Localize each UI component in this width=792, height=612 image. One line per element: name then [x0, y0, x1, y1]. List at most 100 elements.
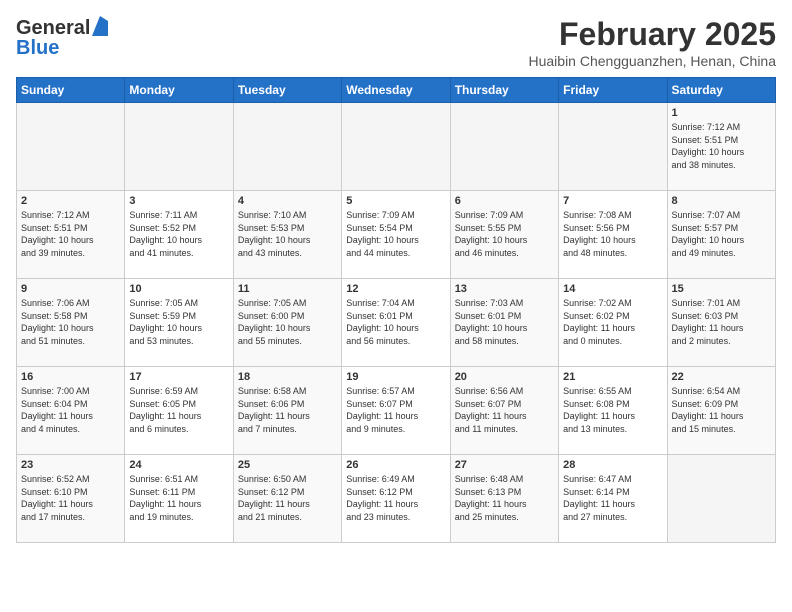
day-info: Sunrise: 7:05 AM Sunset: 5:59 PM Dayligh…	[129, 297, 228, 347]
weekday-header-wednesday: Wednesday	[342, 78, 450, 103]
day-number: 9	[21, 283, 120, 295]
day-info: Sunrise: 6:47 AM Sunset: 6:14 PM Dayligh…	[563, 473, 662, 523]
calendar-cell: 8 Sunrise: 7:07 AM Sunset: 5:57 PM Daylig…	[667, 191, 775, 279]
calendar-cell: 20 Sunrise: 6:56 AM Sunset: 6:07 PM Dayli…	[450, 367, 558, 455]
calendar-cell	[450, 103, 558, 191]
calendar-cell: 5Sunrise: 7:09 AM Sunset: 5:54 PM Daylig…	[342, 191, 450, 279]
calendar-cell: 27 Sunrise: 6:48 AM Sunset: 6:13 PM Dayli…	[450, 455, 558, 543]
weekday-header-row: SundayMondayTuesdayWednesdayThursdayFrid…	[17, 78, 776, 103]
week-row-3: 9Sunrise: 7:06 AM Sunset: 5:58 PM Daylig…	[17, 279, 776, 367]
week-row-1: 1Sunrise: 7:12 AM Sunset: 5:51 PM Daylig…	[17, 103, 776, 191]
weekday-header-tuesday: Tuesday	[233, 78, 341, 103]
day-info: Sunrise: 6:50 AM Sunset: 6:12 PM Dayligh…	[238, 473, 337, 523]
calendar-cell: 17 Sunrise: 6:59 AM Sunset: 6:05 PM Dayli…	[125, 367, 233, 455]
day-number: 4	[238, 195, 337, 207]
calendar-cell: 4 Sunrise: 7:10 AM Sunset: 5:53 PM Daylig…	[233, 191, 341, 279]
calendar-cell: 19 Sunrise: 6:57 AM Sunset: 6:07 PM Dayli…	[342, 367, 450, 455]
week-row-4: 16 Sunrise: 7:00 AM Sunset: 6:04 PM Dayli…	[17, 367, 776, 455]
day-info: Sunrise: 6:52 AM Sunset: 6:10 PM Dayligh…	[21, 473, 120, 523]
day-number: 7	[563, 195, 662, 207]
weekday-header-saturday: Saturday	[667, 78, 775, 103]
calendar-cell	[667, 455, 775, 543]
calendar-cell: 21 Sunrise: 6:55 AM Sunset: 6:08 PM Dayli…	[559, 367, 667, 455]
day-info: Sunrise: 6:56 AM Sunset: 6:07 PM Dayligh…	[455, 385, 554, 435]
main-title: February 2025	[528, 16, 776, 53]
day-number: 21	[563, 371, 662, 383]
calendar-cell	[125, 103, 233, 191]
day-number: 23	[21, 459, 120, 471]
day-number: 8	[672, 195, 771, 207]
day-number: 19	[346, 371, 445, 383]
weekday-header-friday: Friday	[559, 78, 667, 103]
weekday-header-thursday: Thursday	[450, 78, 558, 103]
page-header: General Blue February 2025 Huaibin Cheng…	[16, 16, 776, 69]
day-number: 26	[346, 459, 445, 471]
day-info: Sunrise: 6:51 AM Sunset: 6:11 PM Dayligh…	[129, 473, 228, 523]
day-info: Sunrise: 7:07 AM Sunset: 5:57 PM Dayligh…	[672, 209, 771, 259]
day-number: 2	[21, 195, 120, 207]
day-info: Sunrise: 7:09 AM Sunset: 5:55 PM Dayligh…	[455, 209, 554, 259]
calendar-cell: 6 Sunrise: 7:09 AM Sunset: 5:55 PM Daylig…	[450, 191, 558, 279]
calendar-cell: 24 Sunrise: 6:51 AM Sunset: 6:11 PM Dayli…	[125, 455, 233, 543]
day-number: 15	[672, 283, 771, 295]
calendar-cell	[559, 103, 667, 191]
week-row-5: 23 Sunrise: 6:52 AM Sunset: 6:10 PM Dayli…	[17, 455, 776, 543]
subtitle: Huaibin Chengguanzhen, Henan, China	[528, 53, 776, 69]
title-block: February 2025 Huaibin Chengguanzhen, Hen…	[528, 16, 776, 69]
day-number: 1	[672, 107, 771, 119]
calendar-cell: 16 Sunrise: 7:00 AM Sunset: 6:04 PM Dayli…	[17, 367, 125, 455]
calendar-cell: 1Sunrise: 7:12 AM Sunset: 5:51 PM Daylig…	[667, 103, 775, 191]
day-number: 28	[563, 459, 662, 471]
calendar-cell	[233, 103, 341, 191]
logo: General Blue	[16, 16, 108, 60]
day-info: Sunrise: 7:10 AM Sunset: 5:53 PM Dayligh…	[238, 209, 337, 259]
calendar-cell: 23 Sunrise: 6:52 AM Sunset: 6:10 PM Dayli…	[17, 455, 125, 543]
day-info: Sunrise: 7:04 AM Sunset: 6:01 PM Dayligh…	[346, 297, 445, 347]
calendar-cell	[17, 103, 125, 191]
day-info: Sunrise: 6:54 AM Sunset: 6:09 PM Dayligh…	[672, 385, 771, 435]
calendar-cell: 12 Sunrise: 7:04 AM Sunset: 6:01 PM Dayli…	[342, 279, 450, 367]
day-number: 16	[21, 371, 120, 383]
day-number: 20	[455, 371, 554, 383]
day-number: 12	[346, 283, 445, 295]
calendar-cell: 22 Sunrise: 6:54 AM Sunset: 6:09 PM Dayli…	[667, 367, 775, 455]
day-info: Sunrise: 7:00 AM Sunset: 6:04 PM Dayligh…	[21, 385, 120, 435]
calendar-cell: 9Sunrise: 7:06 AM Sunset: 5:58 PM Daylig…	[17, 279, 125, 367]
day-number: 17	[129, 371, 228, 383]
day-info: Sunrise: 6:58 AM Sunset: 6:06 PM Dayligh…	[238, 385, 337, 435]
calendar-cell: 15 Sunrise: 7:01 AM Sunset: 6:03 PM Dayli…	[667, 279, 775, 367]
day-number: 27	[455, 459, 554, 471]
day-info: Sunrise: 6:57 AM Sunset: 6:07 PM Dayligh…	[346, 385, 445, 435]
day-number: 22	[672, 371, 771, 383]
day-info: Sunrise: 7:03 AM Sunset: 6:01 PM Dayligh…	[455, 297, 554, 347]
day-info: Sunrise: 7:05 AM Sunset: 6:00 PM Dayligh…	[238, 297, 337, 347]
day-number: 6	[455, 195, 554, 207]
calendar-cell: 18 Sunrise: 6:58 AM Sunset: 6:06 PM Dayli…	[233, 367, 341, 455]
day-info: Sunrise: 6:48 AM Sunset: 6:13 PM Dayligh…	[455, 473, 554, 523]
weekday-header-sunday: Sunday	[17, 78, 125, 103]
logo-blue: Blue	[16, 37, 59, 60]
day-number: 3	[129, 195, 228, 207]
day-number: 11	[238, 283, 337, 295]
calendar-cell: 14Sunrise: 7:02 AM Sunset: 6:02 PM Dayli…	[559, 279, 667, 367]
calendar-cell: 11 Sunrise: 7:05 AM Sunset: 6:00 PM Dayli…	[233, 279, 341, 367]
calendar-cell	[342, 103, 450, 191]
day-info: Sunrise: 7:01 AM Sunset: 6:03 PM Dayligh…	[672, 297, 771, 347]
day-info: Sunrise: 6:49 AM Sunset: 6:12 PM Dayligh…	[346, 473, 445, 523]
day-info: Sunrise: 7:08 AM Sunset: 5:56 PM Dayligh…	[563, 209, 662, 259]
day-info: Sunrise: 6:55 AM Sunset: 6:08 PM Dayligh…	[563, 385, 662, 435]
calendar-cell: 7 Sunrise: 7:08 AM Sunset: 5:56 PM Daylig…	[559, 191, 667, 279]
day-number: 10	[129, 283, 228, 295]
calendar-cell: 25 Sunrise: 6:50 AM Sunset: 6:12 PM Dayli…	[233, 455, 341, 543]
day-info: Sunrise: 7:09 AM Sunset: 5:54 PM Dayligh…	[346, 209, 445, 259]
day-number: 25	[238, 459, 337, 471]
week-row-2: 2 Sunrise: 7:12 AM Sunset: 5:51 PM Daylig…	[17, 191, 776, 279]
day-number: 13	[455, 283, 554, 295]
calendar-cell: 13 Sunrise: 7:03 AM Sunset: 6:01 PM Dayli…	[450, 279, 558, 367]
calendar-cell: 26 Sunrise: 6:49 AM Sunset: 6:12 PM Dayli…	[342, 455, 450, 543]
day-info: Sunrise: 7:12 AM Sunset: 5:51 PM Dayligh…	[21, 209, 120, 259]
day-number: 14	[563, 283, 662, 295]
day-info: Sunrise: 6:59 AM Sunset: 6:05 PM Dayligh…	[129, 385, 228, 435]
day-number: 18	[238, 371, 337, 383]
day-number: 24	[129, 459, 228, 471]
